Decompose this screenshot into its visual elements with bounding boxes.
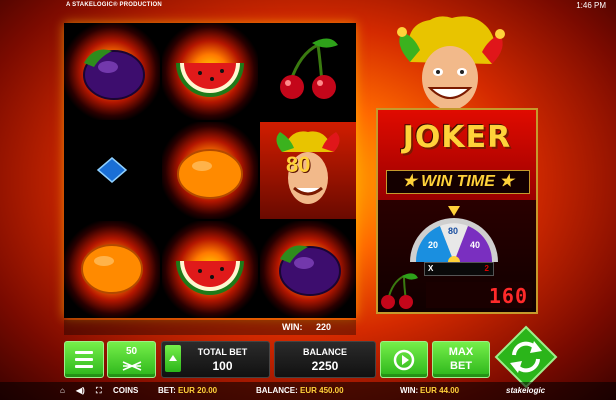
- win-value: 220: [316, 322, 332, 332]
- balance-panel: BALANCE 2250: [274, 341, 376, 378]
- lines-value: 50: [125, 346, 138, 357]
- bet-label: BET:: [158, 386, 176, 395]
- symbol-plum: [64, 23, 160, 120]
- autoplay-button[interactable]: [380, 341, 428, 378]
- star-icon: ★: [494, 173, 514, 190]
- symbol-plum: [260, 221, 356, 318]
- balance-value: 2250: [311, 359, 339, 373]
- symbol-orange: [64, 221, 160, 318]
- clock: 1:46 PM: [576, 1, 606, 10]
- balance-label: BALANCE: [303, 347, 347, 357]
- fullscreen-icon[interactable]: ⛶: [96, 386, 102, 396]
- win-label: WIN:: [282, 322, 303, 332]
- menu-icon: [75, 351, 93, 354]
- symbol-cherries: [260, 23, 356, 120]
- win-value-footer: EUR 44.00: [420, 386, 460, 395]
- multiplier-counter: X 2: [424, 262, 494, 276]
- home-icon[interactable]: ⌂: [60, 386, 65, 395]
- symbol-joker-multiplier: 80: [260, 122, 356, 219]
- reels-grid: 80: [64, 23, 356, 318]
- lines-button[interactable]: 50: [107, 341, 156, 378]
- coins-toggle[interactable]: COINS: [113, 386, 138, 395]
- star-icon: ★: [402, 173, 422, 190]
- joker-character: [397, 16, 505, 110]
- sound-icon[interactable]: ◀): [76, 386, 85, 395]
- joker-win-time-panel: JOKER ★ WIN TIME ★: [376, 108, 538, 202]
- symbol-watermelon: [162, 23, 258, 120]
- counter-value: 2: [484, 264, 489, 273]
- autoplay-icon: [393, 349, 415, 371]
- paylines-icon: [122, 361, 142, 371]
- cherries-icon: [381, 273, 418, 309]
- wheel-number: 40: [470, 240, 480, 250]
- total-bet-value: 100: [212, 359, 233, 373]
- balance-value-footer: EUR 450.00: [300, 386, 344, 395]
- footer-bar: ⌂ ◀) ⛶ COINS BET: EUR 20.00 BALANCE: EUR…: [0, 382, 616, 400]
- win-strip: WIN: 220: [64, 320, 356, 335]
- bet-value: EUR 20.00: [178, 386, 218, 395]
- max-bet-line1: MAX: [448, 346, 474, 358]
- menu-icon-bar: [75, 358, 93, 361]
- total-bet-label: TOTAL BET: [197, 347, 248, 357]
- top-status-bar: A STAKELOGIC® PRODUCTION 1:46 PM: [0, 0, 616, 14]
- balance-label-footer: BALANCE:: [256, 386, 298, 395]
- win-label-footer: WIN:: [400, 386, 419, 395]
- feature-title: JOKER: [402, 120, 512, 155]
- max-bet-line2: BET: [450, 360, 472, 372]
- total-bet-panel: TOTAL BET 100: [161, 341, 270, 378]
- win-time-text: WIN TIME: [421, 173, 495, 190]
- brand-logo: stakelogic: [506, 386, 546, 395]
- wheel-number: 20: [428, 240, 438, 250]
- symbol-watermelon: [162, 221, 258, 318]
- max-bet-button[interactable]: MAX BET: [432, 341, 490, 378]
- spin-button[interactable]: [494, 325, 558, 389]
- symbol-diamond: [64, 122, 160, 219]
- joker-multiplier-value: 80: [286, 152, 311, 177]
- producer-credit: A STAKELOGIC® PRODUCTION: [66, 2, 162, 8]
- bonus-wheel: 20 80 40: [410, 206, 498, 262]
- feature-subtitle: ★ WIN TIME ★: [386, 170, 530, 194]
- menu-icon-bar: [75, 365, 93, 368]
- feature-display-value: 160: [488, 284, 528, 308]
- counter-prefix: X: [428, 264, 434, 273]
- feature-win-display: 160: [426, 282, 532, 308]
- menu-button[interactable]: [64, 341, 104, 378]
- wheel-number: 80: [448, 226, 458, 236]
- symbol-orange: [162, 122, 258, 219]
